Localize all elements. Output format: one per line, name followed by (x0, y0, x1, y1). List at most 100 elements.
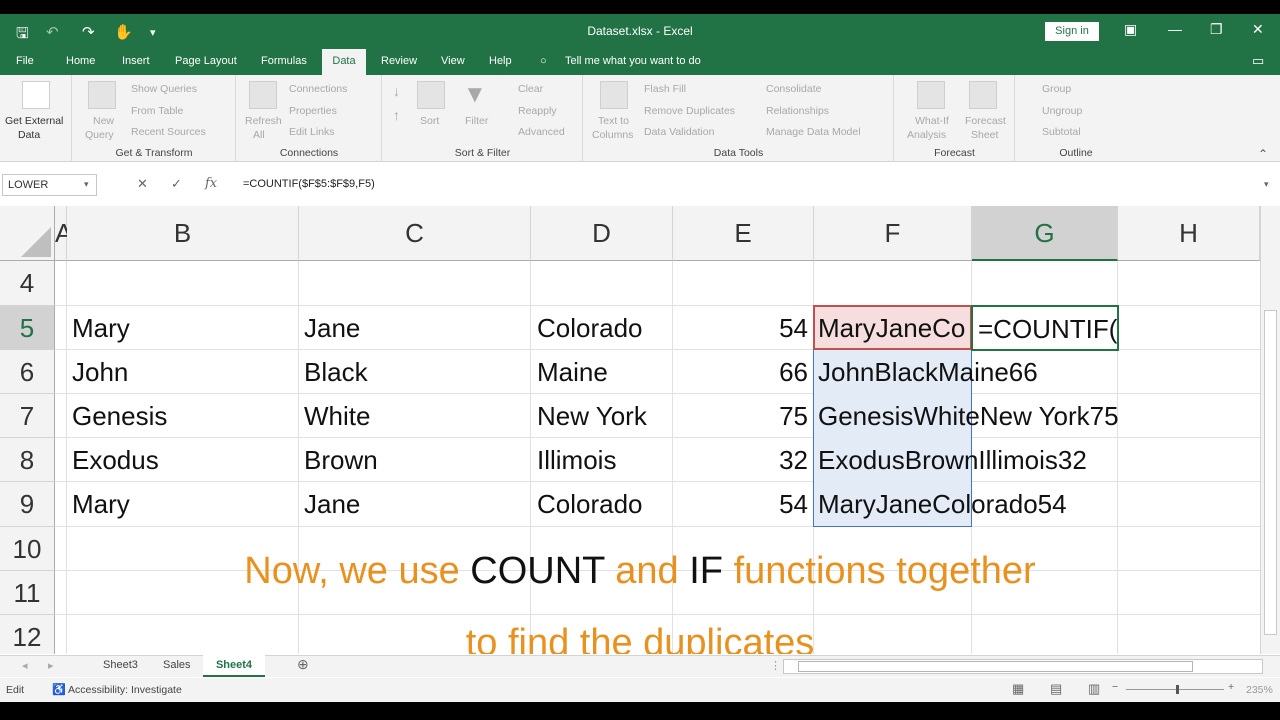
tab-insert[interactable]: Insert (122, 55, 150, 67)
group-button[interactable]: Group (1042, 83, 1071, 95)
row-header-9[interactable]: 9 (0, 482, 55, 527)
column-header-g[interactable]: G (972, 206, 1118, 261)
sort-az-icon[interactable]: ↓ (393, 83, 400, 99)
data-validation-button[interactable]: Data Validation (644, 126, 714, 138)
comments-icon[interactable]: ▭ (1252, 53, 1264, 69)
cell-d5[interactable]: Colorado (537, 306, 643, 350)
tell-me-box[interactable]: Tell me what you want to do (565, 55, 701, 67)
cell-c6[interactable]: Black (304, 350, 368, 394)
zoom-out-icon[interactable]: − (1112, 681, 1118, 693)
row-header-8[interactable]: 8 (0, 438, 55, 482)
cell-f6[interactable]: JohnBlackMaine66 (818, 350, 1038, 394)
get-external-data-icon[interactable] (22, 81, 50, 109)
cell-e6[interactable]: 66 (673, 350, 808, 394)
enter-icon[interactable]: ✓ (171, 176, 182, 192)
worksheet-grid[interactable]: A B C D E F G H 4 5 6 7 8 9 10 11 12 Mar… (0, 206, 1280, 654)
new-sheet-icon[interactable]: ⊕ (297, 656, 309, 673)
sort-button[interactable]: Sort (420, 115, 439, 127)
cell-f7[interactable]: GenesisWhiteNew York75 (818, 394, 1119, 438)
expand-formula-icon[interactable]: ▾ (1264, 179, 1269, 190)
filter-button[interactable]: Filter (465, 115, 488, 127)
page-break-view-icon[interactable]: ▥ (1088, 681, 1100, 697)
cell-e9[interactable]: 54 (673, 482, 808, 526)
refresh-all-button[interactable]: Refresh (245, 115, 282, 127)
cell-d9[interactable]: Colorado (537, 482, 643, 526)
filter-icon[interactable]: ▼ (463, 81, 487, 109)
formula-input[interactable]: =COUNTIF($F$5:$F$9,F5) (243, 178, 375, 190)
active-cell-g5[interactable]: =COUNTIF( (971, 305, 1119, 351)
text-to-columns-button[interactable]: Text to (598, 115, 629, 127)
relationships-button[interactable]: Relationships (766, 105, 829, 117)
recent-sources-button[interactable]: Recent Sources (131, 126, 206, 138)
cell-f9[interactable]: MaryJaneColorado54 (818, 482, 1067, 526)
sheet-tab-sales[interactable]: Sales (163, 659, 191, 671)
get-external-data-button[interactable]: Get External (5, 115, 63, 127)
cell-c9[interactable]: Jane (304, 482, 360, 526)
cell-d7[interactable]: New York (537, 394, 647, 438)
column-header-a[interactable]: A (55, 206, 72, 261)
row-header-4[interactable]: 4 (0, 261, 55, 306)
new-query-button[interactable]: New (93, 115, 114, 127)
name-box[interactable]: LOWER (2, 174, 97, 196)
name-box-dropdown-icon[interactable]: ▾ (84, 179, 89, 190)
flash-fill-button[interactable]: Flash Fill (644, 83, 686, 95)
cell-e8[interactable]: 32 (673, 438, 808, 482)
row-header-5[interactable]: 5 (0, 306, 55, 350)
show-queries-button[interactable]: Show Queries (131, 83, 197, 95)
cell-f8[interactable]: ExodusBrownIllimois32 (818, 438, 1087, 482)
sheet-tab-sheet4[interactable]: Sheet4 (203, 655, 265, 677)
ungroup-button[interactable]: Ungroup (1042, 105, 1082, 117)
next-sheet-icon[interactable]: ▸ (48, 659, 54, 672)
horizontal-scrollbar[interactable] (783, 659, 1263, 674)
edit-links-button[interactable]: Edit Links (289, 126, 335, 138)
cell-b7[interactable]: Genesis (72, 394, 167, 438)
cell-c5[interactable]: Jane (304, 306, 360, 350)
cell-f5[interactable]: MaryJaneCo (818, 306, 970, 350)
cell-b9[interactable]: Mary (72, 482, 130, 526)
clear-button[interactable]: Clear (518, 83, 543, 95)
page-layout-view-icon[interactable]: ▤ (1050, 681, 1062, 697)
refresh-all-icon[interactable] (249, 81, 277, 109)
column-header-h[interactable]: H (1118, 206, 1260, 261)
tab-splitter-icon[interactable]: ⋮ (770, 659, 781, 672)
forecast-sheet-icon[interactable] (969, 81, 997, 109)
reapply-button[interactable]: Reapply (518, 105, 557, 117)
zoom-level[interactable]: 235% (1246, 684, 1273, 696)
zoom-slider[interactable] (1126, 689, 1224, 690)
remove-duplicates-button[interactable]: Remove Duplicates (644, 105, 735, 117)
tab-page-layout[interactable]: Page Layout (175, 55, 237, 67)
cell-d8[interactable]: Illimois (537, 438, 616, 482)
sort-za-icon[interactable]: ↑ (393, 107, 400, 123)
connections-button[interactable]: Connections (289, 83, 347, 95)
tab-file[interactable]: File (16, 55, 34, 67)
from-table-button[interactable]: From Table (131, 105, 183, 117)
minimize-icon[interactable]: — (1168, 21, 1182, 37)
column-header-f[interactable]: F (814, 206, 972, 261)
manage-data-model-button[interactable]: Manage Data Model (766, 126, 861, 138)
what-if-icon[interactable] (917, 81, 945, 109)
forecast-sheet-button[interactable]: Forecast (965, 115, 1006, 127)
what-if-button[interactable]: What-If (915, 115, 949, 127)
tab-view[interactable]: View (441, 55, 465, 67)
cell-b5[interactable]: Mary (72, 306, 130, 350)
normal-view-icon[interactable]: ▦ (1012, 681, 1024, 697)
column-header-b[interactable]: B (67, 206, 299, 261)
sort-icon[interactable] (417, 81, 445, 109)
cell-e5[interactable]: 54 (673, 306, 808, 350)
accessibility-status[interactable]: Accessibility: Investigate (68, 684, 182, 696)
insert-function-icon[interactable]: fx (205, 176, 217, 191)
zoom-slider-thumb[interactable] (1176, 685, 1179, 694)
sign-in-button[interactable]: Sign in (1045, 22, 1099, 41)
restore-icon[interactable]: ❐ (1210, 21, 1223, 38)
properties-button[interactable]: Properties (289, 105, 337, 117)
collapse-ribbon-icon[interactable]: ⌃ (1258, 147, 1268, 161)
consolidate-button[interactable]: Consolidate (766, 83, 821, 95)
cancel-icon[interactable]: ✕ (137, 176, 148, 192)
cell-e7[interactable]: 75 (673, 394, 808, 438)
cell-c7[interactable]: White (304, 394, 370, 438)
tab-formulas[interactable]: Formulas (261, 55, 307, 67)
text-to-columns-icon[interactable] (600, 81, 628, 109)
column-header-d[interactable]: D (531, 206, 673, 261)
cell-b8[interactable]: Exodus (72, 438, 159, 482)
row-header-6[interactable]: 6 (0, 350, 55, 394)
